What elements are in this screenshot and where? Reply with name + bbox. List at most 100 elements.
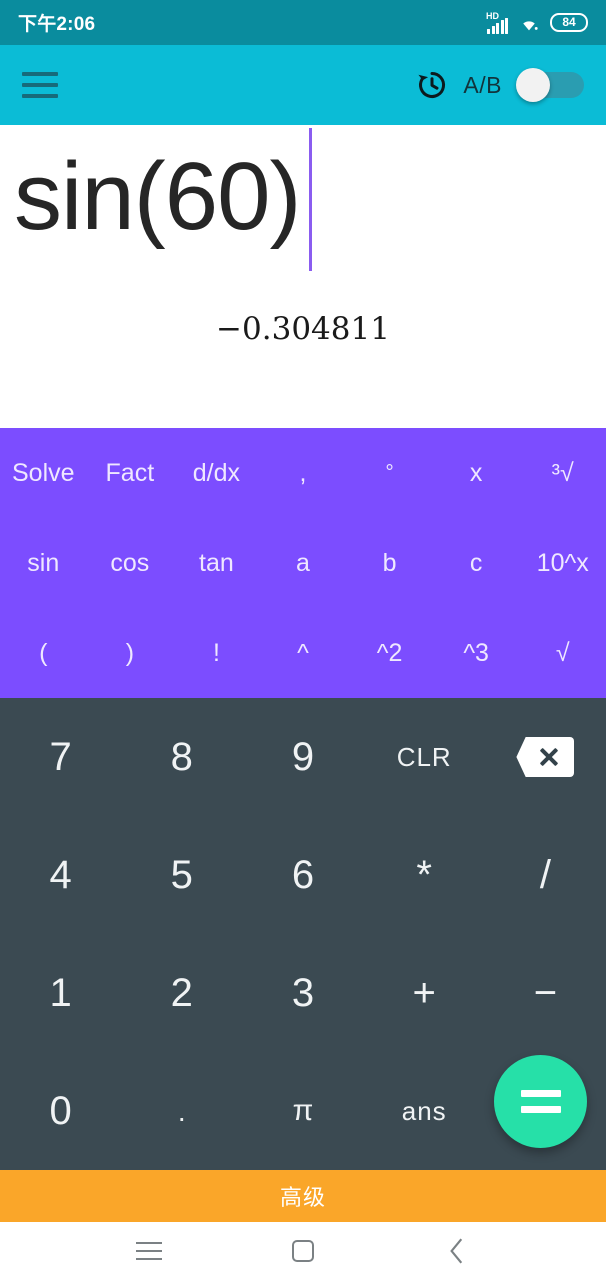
nav-back-icon[interactable] bbox=[434, 1228, 480, 1274]
num-key-digit-5[interactable]: 5 bbox=[121, 816, 242, 934]
func-key-label: d/dx bbox=[192, 458, 241, 487]
text-cursor bbox=[309, 128, 312, 271]
equals-icon bbox=[520, 1090, 561, 1113]
func-key-power[interactable]: ^ bbox=[260, 608, 347, 698]
num-key-digit-9[interactable]: 9 bbox=[242, 698, 363, 816]
num-key-ans[interactable]: ans bbox=[364, 1052, 485, 1170]
expression-text[interactable]: sin(60) bbox=[14, 146, 301, 248]
func-key-label: sin bbox=[27, 548, 60, 577]
system-nav-bar bbox=[0, 1222, 606, 1280]
status-time: 下午2:06 bbox=[18, 14, 96, 35]
equals-button[interactable] bbox=[494, 1055, 587, 1148]
func-key-label: Fact bbox=[105, 458, 155, 487]
func-key-label: ^3 bbox=[463, 638, 489, 667]
num-key-label: 9 bbox=[291, 734, 315, 779]
func-key-cube-root[interactable]: ³√ bbox=[519, 428, 606, 518]
num-key-digit-2[interactable]: 2 bbox=[121, 934, 242, 1052]
func-key-solve[interactable]: Solve bbox=[0, 428, 87, 518]
func-key-close-paren[interactable]: ) bbox=[87, 608, 174, 698]
num-key-digit-4[interactable]: 4 bbox=[0, 816, 121, 934]
func-key-open-paren[interactable]: ( bbox=[0, 608, 87, 698]
num-key-plus[interactable]: + bbox=[364, 934, 485, 1052]
func-key-label: x bbox=[469, 458, 483, 487]
num-key-multiply[interactable]: * bbox=[364, 816, 485, 934]
num-key-label: 3 bbox=[291, 970, 315, 1015]
backspace-x-glyph bbox=[539, 747, 559, 767]
func-key-square[interactable]: ^2 bbox=[346, 608, 433, 698]
func-key-label: ° bbox=[385, 461, 394, 484]
num-key-divide[interactable]: / bbox=[485, 816, 606, 934]
calculator-app: 下午2:06 HD 84 A/B sin(60) −0.304811 Solve… bbox=[0, 0, 606, 1280]
num-key-label: 7 bbox=[49, 734, 72, 779]
num-key-digit-6[interactable]: 6 bbox=[242, 816, 363, 934]
func-key-variable-x[interactable]: x bbox=[433, 428, 520, 518]
num-key-clear[interactable]: CLR bbox=[364, 698, 485, 816]
func-key-label: c bbox=[469, 548, 483, 577]
func-key-label: Solve bbox=[12, 458, 75, 487]
num-key-minus[interactable]: − bbox=[485, 934, 606, 1052]
func-key-comma[interactable]: , bbox=[260, 428, 347, 518]
num-key-digit-1[interactable]: 1 bbox=[0, 934, 121, 1052]
func-key-ten-power-x[interactable]: 10^x bbox=[519, 518, 606, 608]
advanced-mode-label: 高级 bbox=[279, 1185, 326, 1210]
func-key-factorial[interactable]: ! bbox=[173, 608, 260, 698]
num-key-label: + bbox=[412, 970, 436, 1015]
status-icons: HD 84 bbox=[486, 10, 588, 34]
func-key-variable-c[interactable]: c bbox=[433, 518, 520, 608]
hamburger-menu-icon[interactable] bbox=[22, 72, 58, 98]
num-key-digit-7[interactable]: 7 bbox=[0, 698, 121, 816]
backspace-icon bbox=[516, 737, 575, 777]
num-key-label: − bbox=[533, 970, 558, 1015]
num-key-label: 4 bbox=[49, 852, 72, 897]
num-key-digit-0[interactable]: 0 bbox=[0, 1052, 121, 1170]
ab-toggle-switch[interactable] bbox=[516, 68, 584, 102]
num-key-pi[interactable]: π bbox=[242, 1052, 363, 1170]
nav-menu-icon[interactable] bbox=[126, 1228, 172, 1274]
func-key-square-root[interactable]: √ bbox=[519, 608, 606, 698]
func-key-label: a bbox=[296, 548, 310, 577]
calculator-display[interactable]: sin(60) −0.304811 bbox=[0, 125, 606, 428]
num-key-label: * bbox=[416, 852, 432, 897]
func-key-label: ! bbox=[212, 638, 220, 667]
func-key-label: tan bbox=[199, 548, 234, 577]
num-key-label: / bbox=[539, 852, 551, 897]
num-key-backspace[interactable] bbox=[485, 698, 606, 816]
func-key-degree[interactable]: ° bbox=[346, 428, 433, 518]
num-key-label: ans bbox=[401, 1095, 447, 1126]
func-key-sin[interactable]: sin bbox=[0, 518, 87, 608]
func-key-label: cos bbox=[110, 548, 150, 577]
func-key-derivative[interactable]: d/dx bbox=[173, 428, 260, 518]
result-text: −0.304811 bbox=[216, 311, 390, 347]
func-key-variable-a[interactable]: a bbox=[260, 518, 347, 608]
func-key-variable-b[interactable]: b bbox=[346, 518, 433, 608]
func-key-cos[interactable]: cos bbox=[87, 518, 174, 608]
status-bar: 下午2:06 HD 84 bbox=[0, 0, 606, 45]
hd-label: HD bbox=[486, 10, 499, 21]
num-key-decimal-point[interactable]: . bbox=[121, 1052, 242, 1170]
battery-level: 84 bbox=[562, 15, 576, 29]
num-key-label: . bbox=[177, 1096, 186, 1127]
signal-bars-icon: HD bbox=[486, 10, 508, 34]
number-keypad: 7 8 9 CLR 4 5 6 * / 1 2 3 + − 0. π ans bbox=[0, 698, 606, 1170]
func-key-tan[interactable]: tan bbox=[173, 518, 260, 608]
nav-home-icon[interactable] bbox=[280, 1228, 326, 1274]
num-key-label: 2 bbox=[170, 970, 193, 1015]
app-bar-actions: A/B bbox=[415, 68, 584, 102]
func-key-label: √ bbox=[555, 638, 570, 667]
func-key-label: ^ bbox=[297, 638, 309, 667]
func-key-label: , bbox=[299, 458, 307, 487]
wifi-icon bbox=[518, 14, 540, 32]
history-clock-icon[interactable] bbox=[415, 68, 449, 102]
func-key-cube[interactable]: ^3 bbox=[433, 608, 520, 698]
expression-suffix: ) bbox=[269, 143, 301, 250]
app-bar: A/B bbox=[0, 45, 606, 125]
func-key-fact[interactable]: Fact bbox=[87, 428, 174, 518]
func-key-label: ( bbox=[39, 638, 48, 667]
func-key-label: ) bbox=[125, 638, 135, 667]
num-key-digit-8[interactable]: 8 bbox=[121, 698, 242, 816]
advanced-mode-bar[interactable]: 高级 bbox=[0, 1170, 606, 1222]
func-key-label: ^2 bbox=[376, 638, 403, 667]
expression-prefix: sin(60 bbox=[14, 143, 270, 250]
func-key-label: b bbox=[382, 548, 397, 577]
num-key-digit-3[interactable]: 3 bbox=[242, 934, 363, 1052]
